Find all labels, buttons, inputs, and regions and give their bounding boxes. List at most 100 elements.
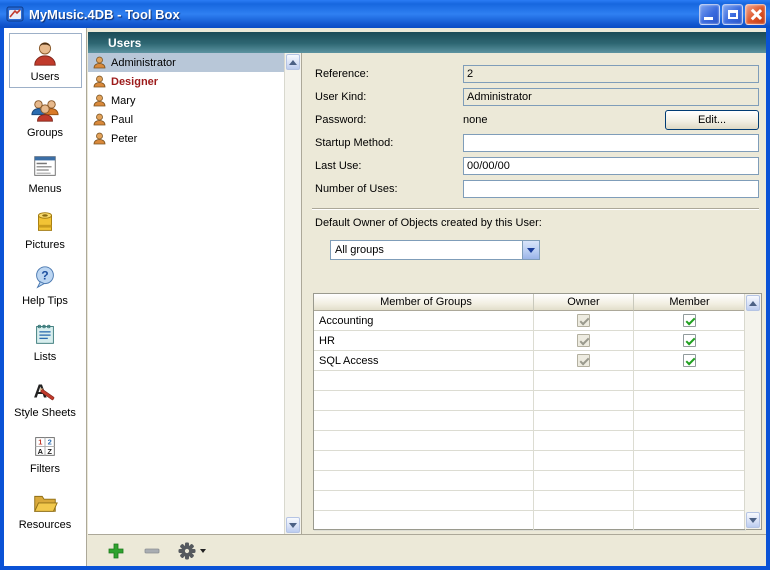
close-button[interactable]: [745, 4, 766, 25]
groups-table-scrollbar[interactable]: [744, 294, 761, 529]
svg-text:A: A: [38, 446, 44, 455]
svg-text:1: 1: [38, 437, 42, 446]
section-title: Users: [108, 36, 141, 50]
user-name: Administrator: [111, 57, 176, 69]
edit-password-button[interactable]: Edit...: [665, 110, 759, 130]
empty-row: [314, 391, 761, 411]
plus-icon: [108, 543, 124, 559]
reference-row: Reference:: [302, 62, 766, 85]
groups-icon: [30, 95, 60, 125]
titlebar[interactable]: MyMusic.4DB - Tool Box: [0, 0, 770, 28]
sidebar-item-groups[interactable]: Groups: [9, 89, 82, 144]
maximize-icon: [728, 10, 738, 19]
svg-text:2: 2: [48, 437, 52, 446]
sidebar-item-label: Style Sheets: [14, 407, 76, 419]
bottom-toolbar: [88, 534, 766, 566]
startup-method-row: Startup Method:: [302, 131, 766, 154]
sidebar-item-resources[interactable]: Resources: [9, 481, 82, 536]
owner-checkbox[interactable]: [577, 354, 590, 367]
user-icon: [93, 113, 106, 126]
user-detail-panel: Reference: User Kind: Password: none Edi…: [302, 53, 766, 566]
user-list-item-mary[interactable]: Mary: [88, 91, 301, 110]
number-of-uses-row: Number of Uses:: [302, 177, 766, 200]
app-icon: [6, 5, 24, 23]
last-use-label: Last Use:: [315, 160, 463, 172]
filters-icon: 1 2 A Z: [30, 431, 60, 461]
sidebar-item-label: Users: [31, 71, 60, 83]
last-use-row: Last Use:: [302, 154, 766, 177]
owner-checkbox[interactable]: [577, 334, 590, 347]
sidebar-item-label: Groups: [27, 127, 63, 139]
user-kind-input[interactable]: [463, 88, 759, 106]
startup-method-input[interactable]: [463, 134, 759, 152]
user-icon: [93, 94, 106, 107]
empty-row: [314, 511, 761, 531]
user-name: Peter: [111, 133, 137, 145]
scroll-down-button[interactable]: [286, 517, 300, 533]
gear-icon: [178, 542, 196, 560]
empty-row: [314, 471, 761, 491]
sidebar-item-users[interactable]: Users: [9, 33, 82, 88]
chevron-down-icon: [200, 549, 206, 553]
combo-dropdown-button[interactable]: [522, 241, 539, 259]
reference-input[interactable]: [463, 65, 759, 83]
sidebar-item-label: Help Tips: [22, 295, 68, 307]
member-checkbox[interactable]: [683, 314, 696, 327]
user-list-item-designer[interactable]: Designer: [88, 72, 301, 91]
sidebar-item-help-tips[interactable]: ? Help Tips: [9, 257, 82, 312]
member-checkbox[interactable]: [683, 334, 696, 347]
user-list-item-paul[interactable]: Paul: [88, 110, 301, 129]
actions-menu-button[interactable]: [178, 542, 206, 560]
user-icon: [93, 132, 106, 145]
users-icon: [30, 39, 60, 69]
empty-row: [314, 451, 761, 471]
reference-label: Reference:: [315, 68, 463, 80]
sidebar: Users Groups: [4, 28, 87, 566]
maximize-button[interactable]: [722, 4, 743, 25]
group-row-accounting[interactable]: Accounting: [314, 311, 761, 331]
number-of-uses-input[interactable]: [463, 180, 759, 198]
user-name: Paul: [111, 114, 133, 126]
sidebar-item-lists[interactable]: Lists: [9, 313, 82, 368]
group-row-sql-access[interactable]: SQL Access: [314, 351, 761, 371]
owner-checkbox[interactable]: [577, 314, 590, 327]
member-checkbox[interactable]: [683, 354, 696, 367]
sidebar-item-menus[interactable]: Menus: [9, 145, 82, 200]
window-content: Users Groups: [4, 28, 766, 566]
scroll-up-button[interactable]: [286, 54, 300, 70]
svg-text:Z: Z: [47, 446, 52, 455]
empty-row: [314, 411, 761, 431]
user-list-item-peter[interactable]: Peter: [88, 129, 301, 148]
default-owner-select[interactable]: All groups: [330, 240, 540, 260]
sidebar-item-label: Filters: [30, 463, 60, 475]
minimize-button[interactable]: [699, 4, 720, 25]
scroll-down-button[interactable]: [746, 512, 760, 528]
sidebar-item-label: Lists: [34, 351, 57, 363]
delete-user-button[interactable]: [142, 541, 162, 561]
group-row-hr[interactable]: HR: [314, 331, 761, 351]
add-user-button[interactable]: [106, 541, 126, 561]
group-name: SQL Access: [314, 351, 534, 371]
last-use-input[interactable]: [463, 157, 759, 175]
user-kind-row: User Kind:: [302, 85, 766, 108]
password-row: Password: none Edit...: [302, 108, 766, 131]
style-sheets-icon: A: [30, 375, 60, 405]
svg-text:?: ?: [41, 268, 48, 282]
help-tips-icon: ?: [30, 263, 60, 293]
number-of-uses-label: Number of Uses:: [315, 183, 463, 195]
window-controls: [699, 4, 766, 25]
sidebar-item-style-sheets[interactable]: A Style Sheets: [9, 369, 82, 424]
user-list-item-administrator[interactable]: Administrator: [88, 53, 301, 72]
groups-table-header: Member of Groups Owner Member: [314, 294, 761, 311]
section-header: Users: [88, 32, 766, 53]
arrow-down-icon: [749, 518, 757, 523]
sidebar-item-pictures[interactable]: Pictures: [9, 201, 82, 256]
minimize-icon: [704, 17, 713, 20]
user-list-scrollbar[interactable]: [284, 53, 301, 534]
column-header-owner: Owner: [534, 294, 634, 311]
scroll-up-button[interactable]: [746, 295, 760, 311]
sidebar-item-filters[interactable]: 1 2 A Z Filters: [9, 425, 82, 480]
user-icon: [93, 75, 106, 88]
resources-icon: [30, 487, 60, 517]
arrow-up-icon: [289, 60, 297, 65]
